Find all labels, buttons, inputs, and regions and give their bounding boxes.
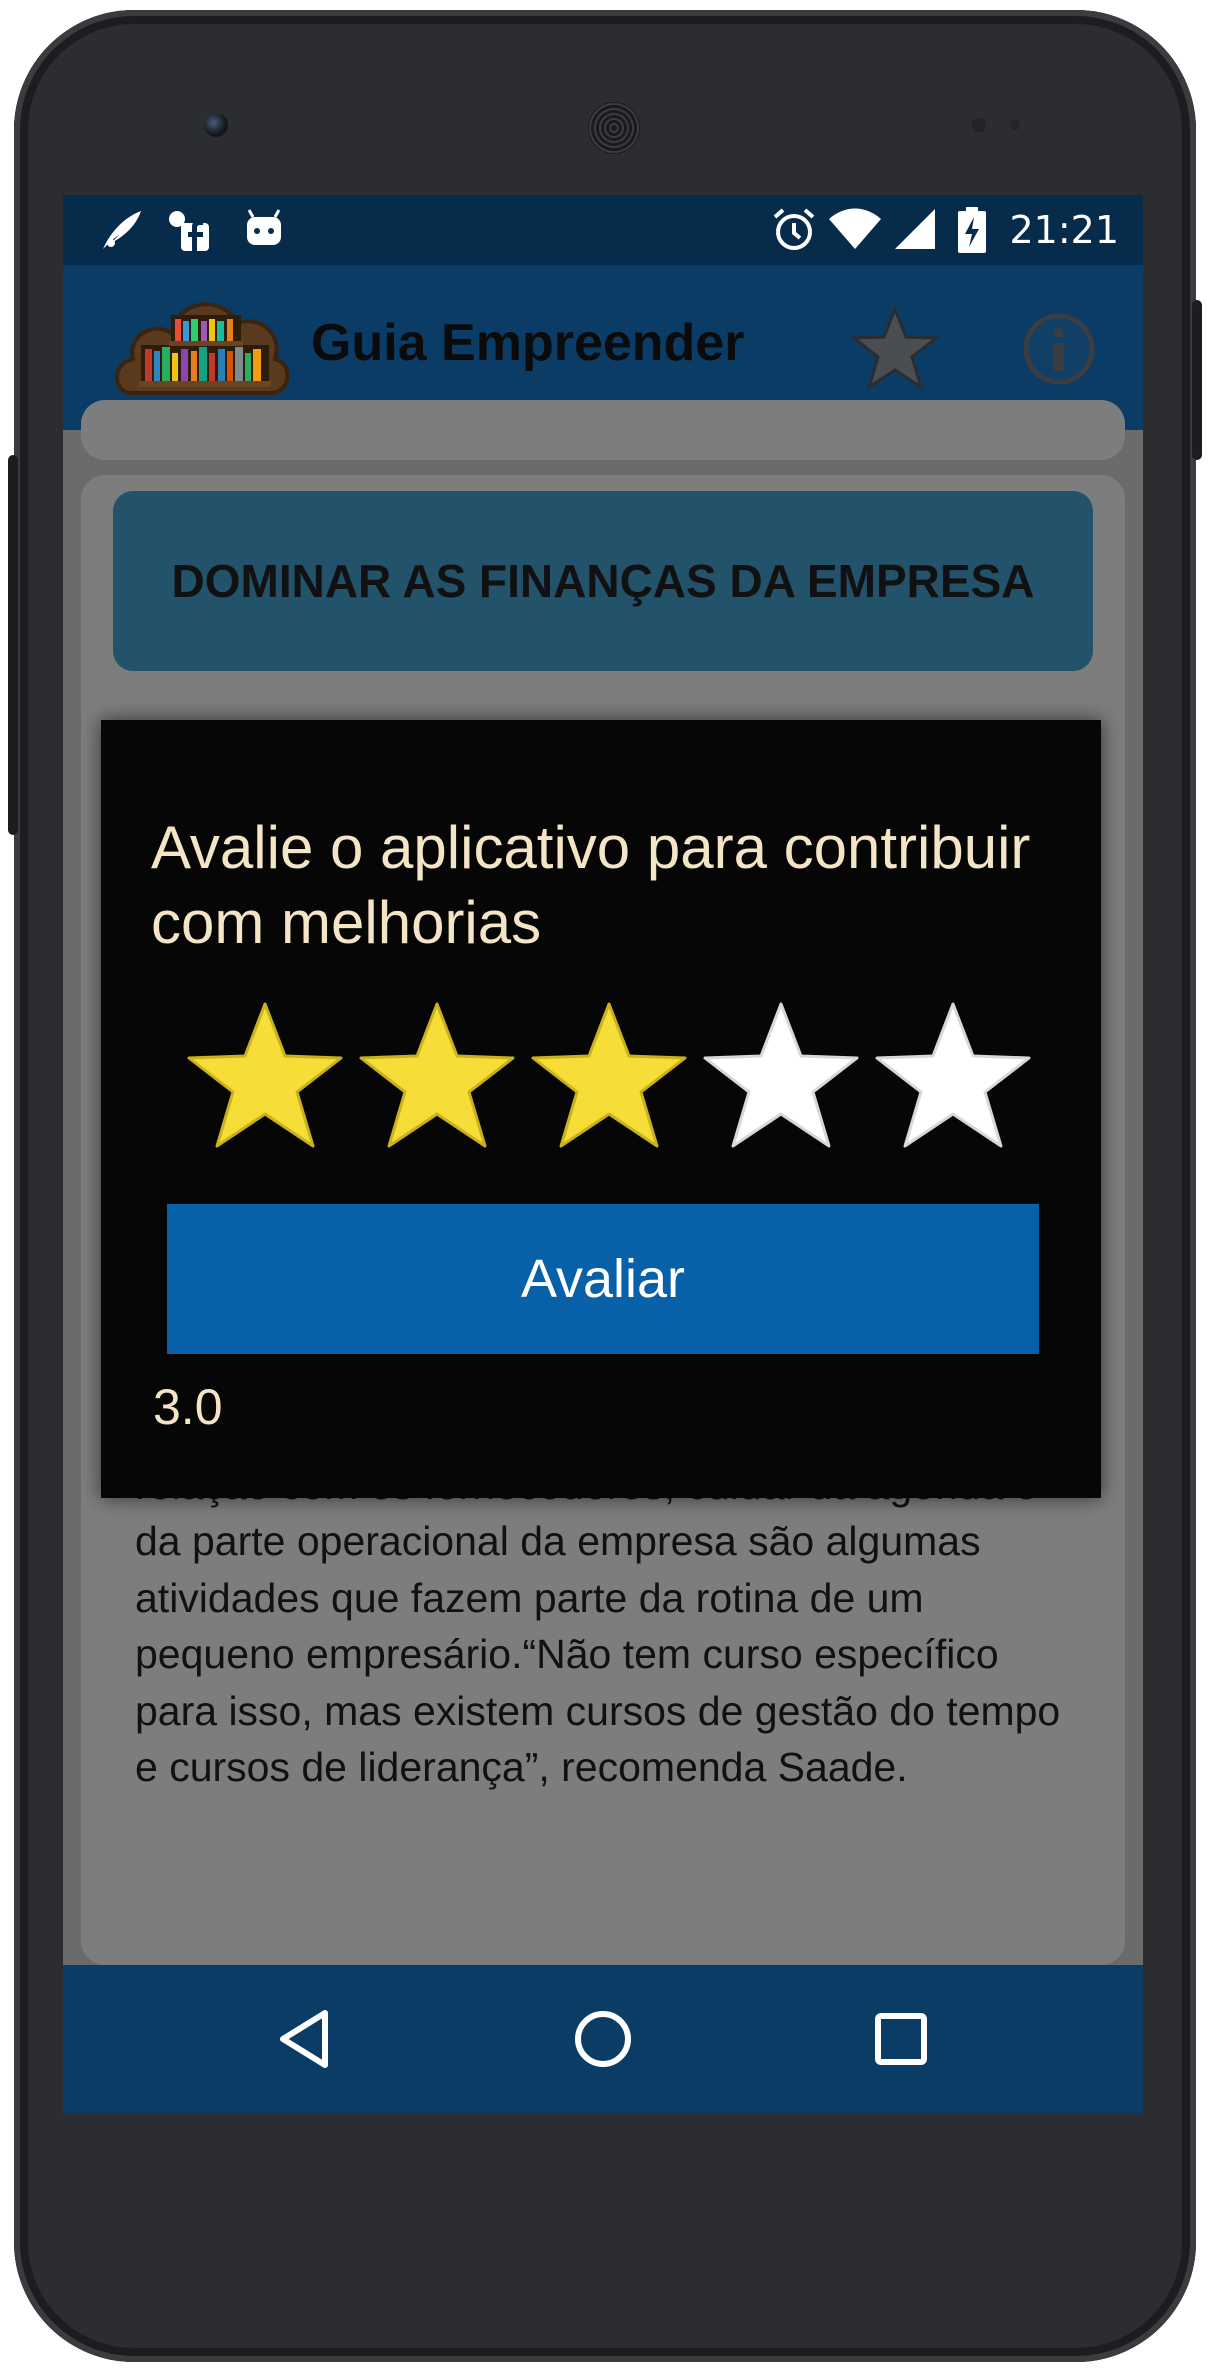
rate-button[interactable]: Avaliar [167, 1204, 1039, 1354]
status-clock: 21:21 [1009, 208, 1119, 252]
rate-button-label: Avaliar [520, 1249, 686, 1309]
star-empty-icon[interactable] [695, 996, 867, 1156]
topic-button-financas[interactable]: DOMINAR AS FINANÇAS DA EMPRESA [113, 491, 1093, 671]
rating-bar[interactable] [179, 996, 1039, 1156]
status-bar: 21:21 [63, 195, 1143, 265]
proximity-sensor [972, 118, 986, 132]
info-icon[interactable] [1021, 311, 1097, 387]
bookshelf-cloud-logo [111, 275, 291, 415]
battery-charging-icon [955, 205, 989, 255]
back-icon[interactable] [269, 2003, 341, 2075]
rating-dialog: Avalie o aplicativo para contribuir com … [101, 720, 1101, 1498]
wifi-icon [827, 205, 883, 255]
star-filled-icon[interactable] [179, 996, 351, 1156]
front-camera [204, 113, 228, 137]
earpiece-speaker [588, 102, 640, 154]
volume-button [8, 455, 18, 835]
feather-notification-icon [97, 205, 147, 255]
android-notification-icon [239, 205, 289, 255]
topic-card [81, 400, 1125, 460]
facebook-notification-icon [163, 205, 213, 255]
light-sensor [1010, 120, 1020, 130]
home-icon[interactable] [567, 2003, 639, 2075]
star-icon[interactable] [849, 304, 941, 395]
alarm-icon [769, 205, 819, 255]
star-empty-icon[interactable] [867, 996, 1039, 1156]
navigation-bar [63, 1965, 1143, 2113]
topic-button-label: DOMINAR AS FINANÇAS DA EMPRESA [171, 555, 1035, 607]
screen: 21:21 Guia Empreender DOMINAR AS FINANÇA… [63, 195, 1143, 2113]
app-title: Guia Empreender [311, 314, 745, 372]
dialog-title: Avalie o aplicativo para contribuir com … [151, 814, 1031, 956]
star-filled-icon[interactable] [351, 996, 523, 1156]
rating-value: 3.0 [153, 1379, 223, 1435]
recents-icon[interactable] [865, 2003, 937, 2075]
power-button [1192, 300, 1202, 460]
star-filled-icon[interactable] [523, 996, 695, 1156]
signal-icon [891, 205, 941, 255]
